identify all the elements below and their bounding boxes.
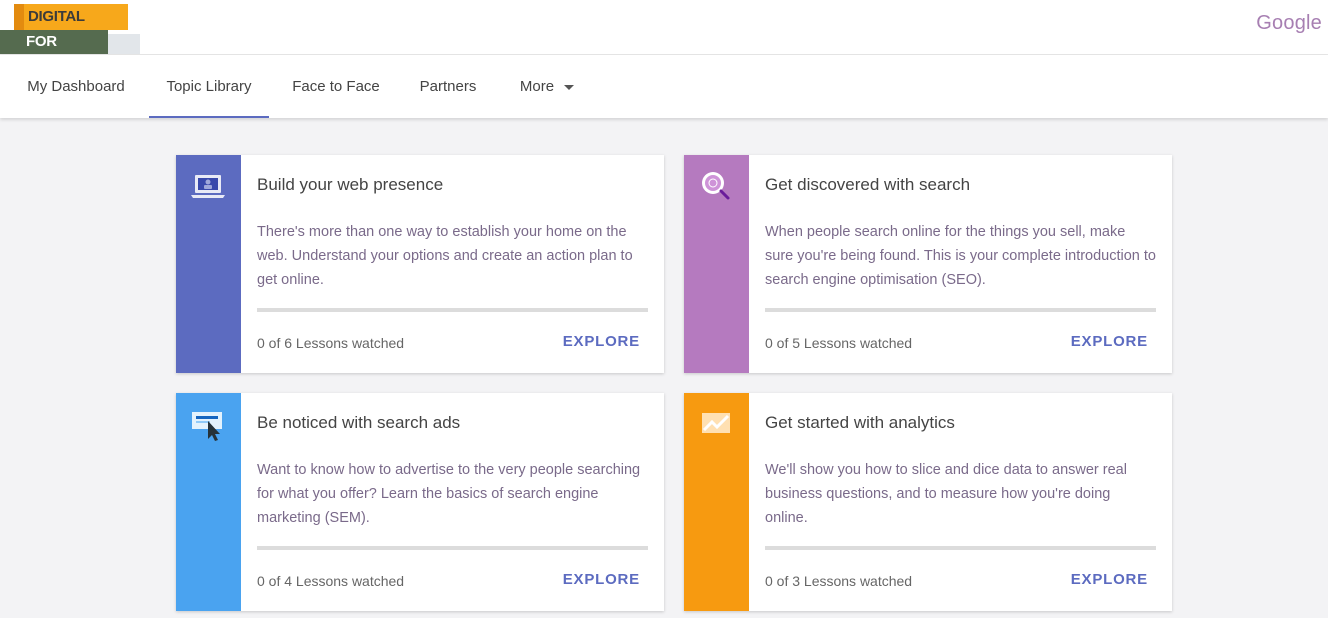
laptop-icon <box>191 175 225 198</box>
progress-bar <box>765 308 1156 312</box>
explore-button[interactable]: EXPLORE <box>563 571 640 588</box>
nav-my-dashboard[interactable]: My Dashboard <box>11 55 141 118</box>
lessons-watched: 0 of 3 Lessons watched <box>765 573 913 589</box>
nav-label: Face to Face <box>292 78 380 95</box>
card-description: We'll show you how to slice and dice dat… <box>765 462 1127 526</box>
lessons-watched: 0 of 4 Lessons watched <box>257 573 405 589</box>
progress-bar <box>257 546 648 550</box>
card-description: Want to know how to advertise to the ver… <box>257 462 641 526</box>
lessons-watched: 0 of 5 Lessons watched <box>765 335 913 351</box>
nav-more[interactable]: More <box>508 55 586 118</box>
topic-card-search[interactable]: Get discovered with search When people s… <box>684 155 1172 373</box>
nav-label: More <box>519 78 555 95</box>
explore-button[interactable]: EXPLORE <box>563 333 640 350</box>
nav-label: My Dashboard <box>27 78 125 95</box>
ad-click-icon <box>192 412 222 441</box>
chart-line-icon <box>702 413 730 433</box>
card-title: Get started with analytics <box>765 413 955 432</box>
logo-line1: DIGITAL SKILLS <box>14 4 128 51</box>
card-title: Get discovered with search <box>765 175 971 194</box>
caret-down-icon <box>564 84 575 90</box>
explore-button[interactable]: EXPLORE <box>1071 333 1148 350</box>
digital-skills-logo[interactable]: DIGITAL SKILLS FOR AFRICA <box>0 2 140 74</box>
card-description: When people search online for the things… <box>765 224 1156 288</box>
magnifier-icon <box>702 172 730 200</box>
main-nav: My Dashboard Topic Library Face to Face … <box>0 55 1328 118</box>
nav-partners[interactable]: Partners <box>408 55 488 118</box>
progress-bar <box>257 308 648 312</box>
nav-topic-library[interactable]: Topic Library <box>149 55 269 118</box>
logo-line2: FOR AFRICA <box>0 30 140 74</box>
explore-button[interactable]: EXPLORE <box>1071 571 1148 588</box>
nav-label: Topic Library <box>166 78 252 95</box>
topic-card-search-ads[interactable]: Be noticed with search ads Want to know … <box>176 393 664 611</box>
lessons-watched: 0 of 6 Lessons watched <box>257 335 405 351</box>
google-wordmark[interactable]: Google <box>1256 12 1322 35</box>
nav-face-to-face[interactable]: Face to Face <box>282 55 390 118</box>
card-title: Build your web presence <box>257 175 444 194</box>
topic-card-web-presence[interactable]: Build your web presence There's more tha… <box>176 155 664 373</box>
topic-card-analytics[interactable]: Get started with analytics We'll show yo… <box>684 393 1172 611</box>
top-bar: DIGITAL SKILLS FOR AFRICA Google <box>0 0 1328 74</box>
card-title: Be noticed with search ads <box>257 413 461 432</box>
nav-label: Partners <box>419 78 477 95</box>
progress-bar <box>765 546 1156 550</box>
card-description: There's more than one way to establish y… <box>257 224 633 288</box>
